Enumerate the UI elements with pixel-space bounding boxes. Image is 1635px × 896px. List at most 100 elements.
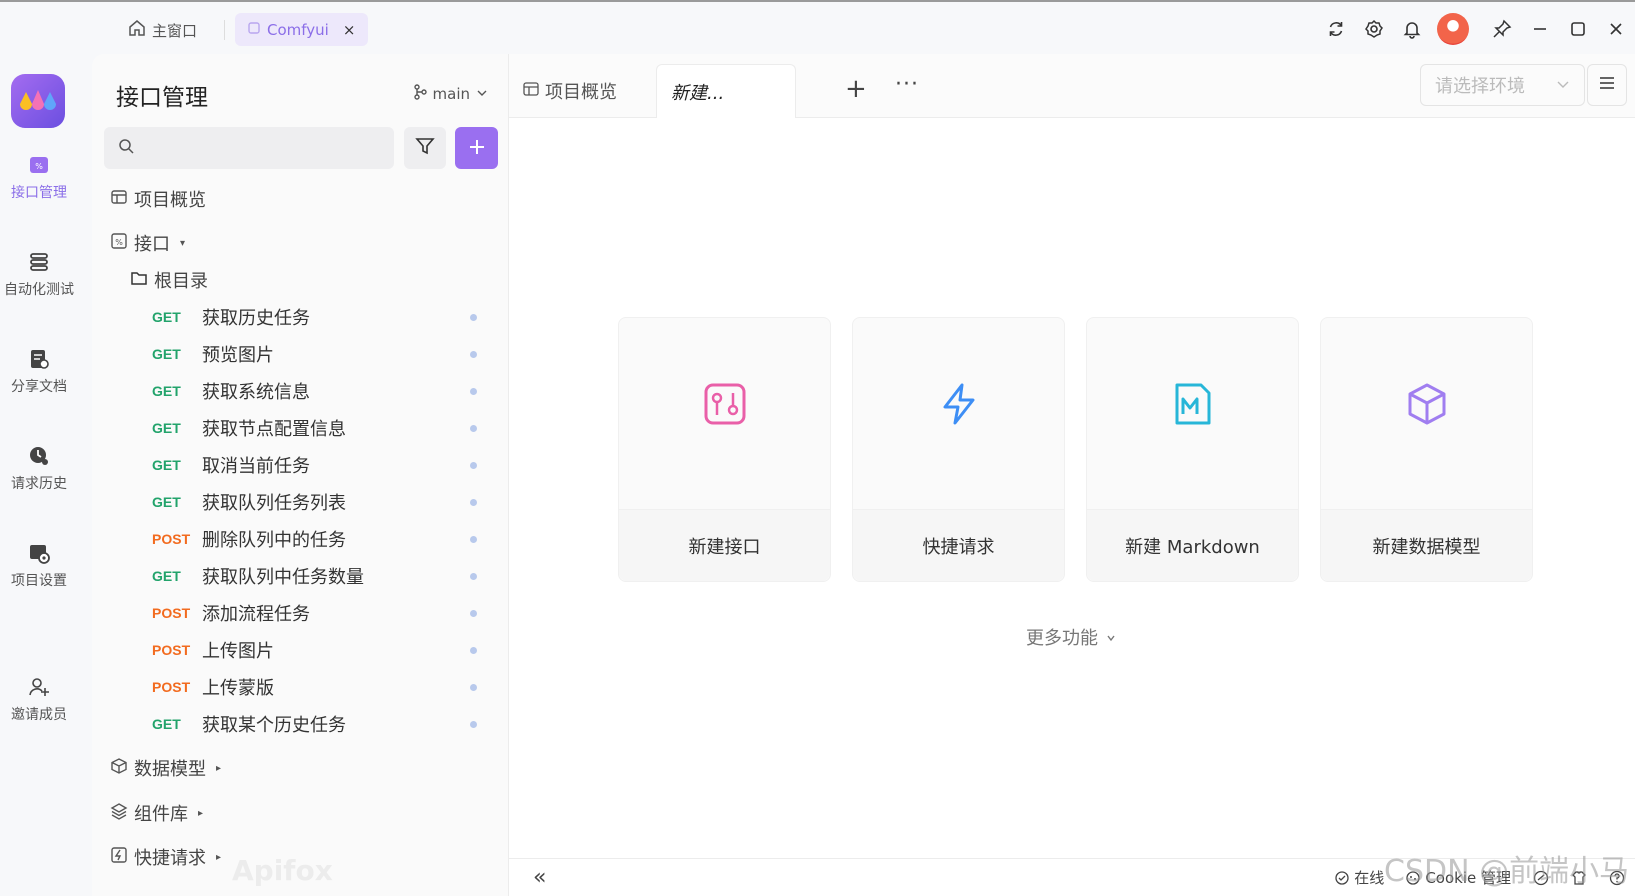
api-item[interactable]: GET 获取队列任务列表 [152, 487, 502, 517]
window-controls [1317, 12, 1635, 46]
method-badge: GET [152, 420, 181, 436]
tree-item-data-models[interactable]: 数据模型 ▸ [110, 755, 221, 781]
api-name: 获取系统信息 [202, 382, 310, 403]
close-window-icon[interactable] [1597, 12, 1635, 46]
layout-icon [523, 81, 539, 102]
bell-icon[interactable] [1393, 12, 1431, 46]
api-item[interactable]: GET 获取队列中任务数量 [152, 561, 502, 591]
card-label: 新建数据模型 [1321, 509, 1532, 581]
tree-label: 组件库 [134, 804, 188, 825]
rail-item-api-management[interactable]: % 接口管理 [0, 154, 78, 202]
branch-icon [413, 84, 427, 104]
api-item[interactable]: POST 删除队列中的任务 [152, 524, 502, 554]
status-dot [470, 424, 477, 432]
chevron-down-icon [1106, 627, 1116, 648]
card-new-data-model[interactable]: 新建数据模型 [1320, 317, 1533, 582]
method-badge: POST [152, 531, 191, 547]
tab-project[interactable]: Comfyui × [235, 13, 368, 46]
more-tabs-button[interactable]: ··· [895, 72, 919, 97]
avatar[interactable] [1437, 13, 1469, 45]
nav-rail: % 接口管理 自动化测试 分享文档 请求历史 项目设置 邀请成员 [0, 54, 78, 896]
card-label: 新建 Markdown [1087, 509, 1298, 581]
method-badge: POST [152, 679, 191, 695]
search-box[interactable] [104, 127, 394, 169]
hamburger-icon [1598, 74, 1616, 96]
history-icon [0, 445, 78, 467]
sidebar-title: 接口管理 [116, 85, 208, 111]
tab-label: 项目概览 [545, 82, 617, 103]
status-dot [470, 720, 477, 728]
method-badge: GET [152, 716, 181, 732]
rail-item-invite[interactable]: 邀请成员 [0, 676, 78, 724]
tree-item-quick-requests[interactable]: 快捷请求 ▸ [110, 844, 221, 870]
apifox-logo[interactable] [11, 74, 65, 128]
method-badge: GET [152, 568, 181, 584]
tree-item-components[interactable]: 组件库 ▸ [110, 800, 203, 826]
chevron-down-icon [1556, 75, 1570, 96]
api-name: 添加流程任务 [202, 604, 310, 625]
tree-item-interfaces[interactable]: % 接口 ▾ [110, 230, 185, 256]
online-status[interactable]: 在线 [1335, 867, 1384, 888]
collapse-sidebar-button[interactable]: « [533, 865, 546, 890]
minimize-icon[interactable] [1521, 12, 1559, 46]
plus-icon [468, 133, 486, 163]
card-label: 新建接口 [619, 509, 830, 581]
layout-icon [110, 188, 128, 211]
api-item[interactable]: POST 上传图片 [152, 635, 502, 665]
cube-icon [110, 757, 128, 780]
rail-item-automation[interactable]: 自动化测试 [0, 251, 78, 299]
api-item[interactable]: GET 获取节点配置信息 [152, 413, 502, 443]
sync-icon[interactable] [1317, 12, 1355, 46]
add-button[interactable] [455, 127, 498, 169]
svg-text:%: % [35, 162, 43, 171]
rail-item-project-settings[interactable]: 项目设置 [0, 542, 78, 590]
api-item[interactable]: POST 添加流程任务 [152, 598, 502, 628]
search-input[interactable] [142, 140, 382, 156]
environment-placeholder: 请选择环境 [1435, 76, 1525, 97]
gear-icon[interactable] [1355, 12, 1393, 46]
branch-label: main [432, 85, 470, 103]
tab-home[interactable]: 主窗口 [128, 16, 197, 44]
maximize-icon[interactable] [1559, 12, 1597, 46]
card-new-api[interactable]: 新建接口 [618, 317, 831, 582]
card-new-markdown[interactable]: 新建 Markdown [1086, 317, 1299, 582]
tree-item-root[interactable]: 根目录 [130, 267, 208, 293]
layers-icon [110, 802, 128, 825]
api-item[interactable]: GET 获取某个历史任务 [152, 709, 502, 739]
status-dot [470, 387, 477, 395]
api-item[interactable]: GET 取消当前任务 [152, 450, 502, 480]
api-name: 获取节点配置信息 [202, 419, 346, 440]
search-icon [118, 138, 134, 158]
add-tab-button[interactable]: + [845, 74, 867, 104]
branch-selector[interactable]: main [413, 84, 488, 104]
tree-item-overview[interactable]: 项目概览 [110, 186, 206, 212]
api-item[interactable]: POST 上传蒙版 [152, 672, 502, 702]
cube-icon [1321, 382, 1532, 426]
api-item[interactable]: GET 获取系统信息 [152, 376, 502, 406]
tab-new[interactable]: 新建... [656, 64, 796, 118]
filter-button[interactable] [404, 127, 446, 169]
api-name: 获取队列任务列表 [202, 493, 346, 514]
pin-icon[interactable] [1483, 12, 1521, 46]
caret-right-icon: ▸ [216, 762, 222, 774]
csdn-watermark: CSDN @前端小马 [1384, 854, 1630, 889]
method-badge: POST [152, 605, 191, 621]
api-name: 取消当前任务 [202, 456, 310, 477]
status-dot [470, 535, 477, 543]
card-quick-request[interactable]: 快捷请求 [852, 317, 1065, 582]
quick-action-cards: 新建接口 快捷请求 新建 Markdown 新建数据模型 [618, 317, 1533, 582]
status-dot [470, 572, 477, 580]
more-functions-toggle[interactable]: 更多功能 [1026, 624, 1116, 650]
api-item[interactable]: GET 获取历史任务 [152, 302, 502, 332]
menu-button[interactable] [1587, 64, 1627, 106]
api-item[interactable]: GET 预览图片 [152, 339, 502, 369]
rail-item-history[interactable]: 请求历史 [0, 445, 78, 493]
tab-overview[interactable]: 项目概览 [509, 64, 631, 118]
close-tab-icon[interactable]: × [343, 21, 356, 39]
method-badge: GET [152, 457, 181, 473]
markdown-icon [1087, 382, 1298, 426]
tree-label: 数据模型 [134, 759, 206, 780]
environment-select[interactable]: 请选择环境 [1420, 64, 1585, 106]
rail-item-share-docs[interactable]: 分享文档 [0, 348, 78, 396]
apifox-watermark: Apifox [232, 854, 333, 887]
